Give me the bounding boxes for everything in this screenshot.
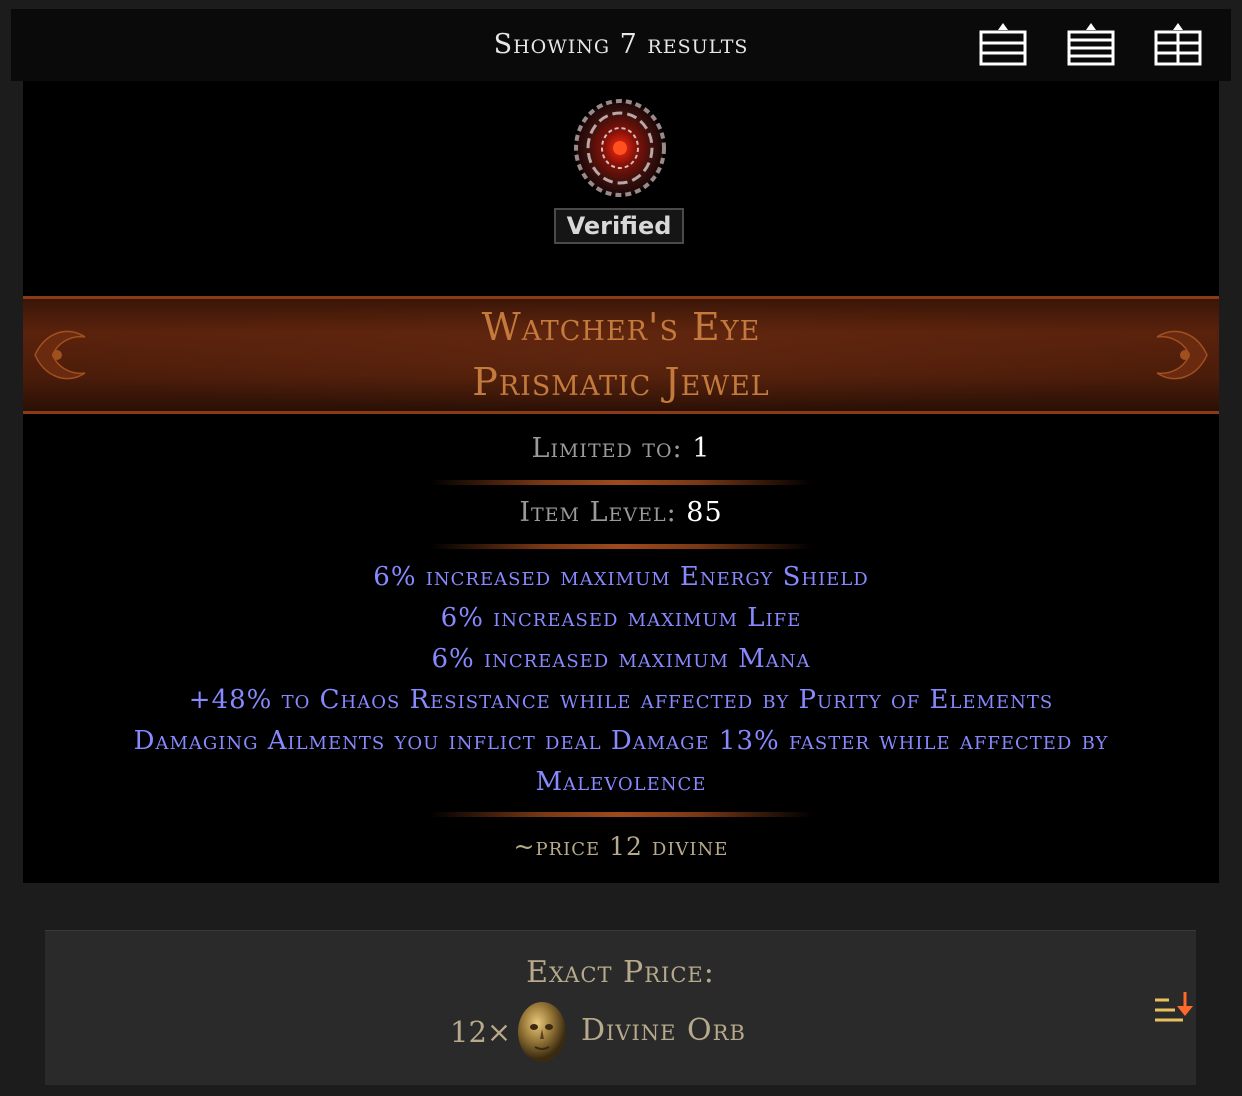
explicit-mod: 6% increased maximum Life [440,603,802,633]
layout-grid-icon[interactable] [1154,21,1202,69]
layout-list-icon[interactable] [1067,21,1115,69]
item-level-property: Item Level: 85 [23,497,1219,528]
results-count: Showing 7 results [493,29,749,60]
item-level-value: 85 [686,497,723,528]
price-quantity: 12× [450,1015,512,1049]
sort-descending-icon[interactable] [1153,990,1195,1030]
explicit-mod-continuation: Malevolence [535,767,707,797]
item-name: Watcher's Eye [481,305,761,349]
price-currency: Divine Orb [581,1013,746,1048]
price-label: Exact Price: [526,955,715,990]
explicit-mod: 6% increased maximum Energy Shield [373,562,869,592]
explicit-mod: Damaging Ailments you inflict deal Damag… [133,726,1109,756]
item-note: ~price 12 divine [513,832,729,861]
separator [430,812,812,817]
explicit-mod: +48% to Chaos Resistance while affected … [188,685,1054,715]
limited-to-property: Limited to: 1 [23,433,1219,464]
item-header: Watcher's Eye Prismatic Jewel [23,296,1219,414]
limited-to-label: Limited to: [531,433,683,464]
results-header-bar: Showing 7 results [11,9,1231,81]
verified-badge: Verified [554,208,684,244]
watchers-eye-jewel-icon[interactable] [570,96,670,200]
limited-to-value: 1 [692,433,711,464]
price-box: Exact Price: 12× Divine Orb [45,930,1196,1085]
explicit-mod: 6% increased maximum Mana [431,644,811,674]
item-level-label: Item Level: [519,497,677,528]
divine-orb-icon[interactable] [513,999,571,1065]
layout-compact-icon[interactable] [979,21,1027,69]
separator [430,480,812,485]
price-row: 12× Divine Orb [445,999,805,1067]
separator [430,544,812,549]
item-base-type: Prismatic Jewel [472,360,770,404]
